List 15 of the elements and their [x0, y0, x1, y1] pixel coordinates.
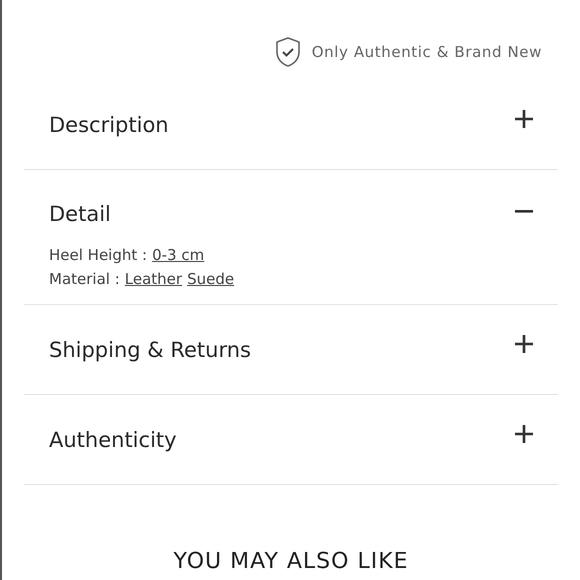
- plus-icon[interactable]: [515, 334, 533, 352]
- detail-label: Heel Height :: [49, 246, 148, 264]
- authenticity-badge-text: Only Authentic & Brand New: [312, 43, 542, 61]
- section-title[interactable]: Authenticity: [49, 428, 177, 452]
- detail-link[interactable]: Suede: [187, 270, 234, 288]
- detail-label: Material :: [49, 270, 120, 288]
- plus-icon[interactable]: [515, 424, 533, 442]
- plus-icon[interactable]: [515, 110, 533, 128]
- shield-check-icon: [274, 36, 302, 68]
- section-heading: YOU MAY ALSO LIKE: [172, 549, 410, 576]
- section-title[interactable]: Detail: [49, 202, 111, 226]
- section-title[interactable]: Shipping & Returns: [49, 338, 251, 362]
- detail-link[interactable]: Leather: [124, 270, 182, 288]
- section-title[interactable]: Description: [49, 112, 169, 136]
- detail-link[interactable]: 0-3 cm: [152, 246, 204, 264]
